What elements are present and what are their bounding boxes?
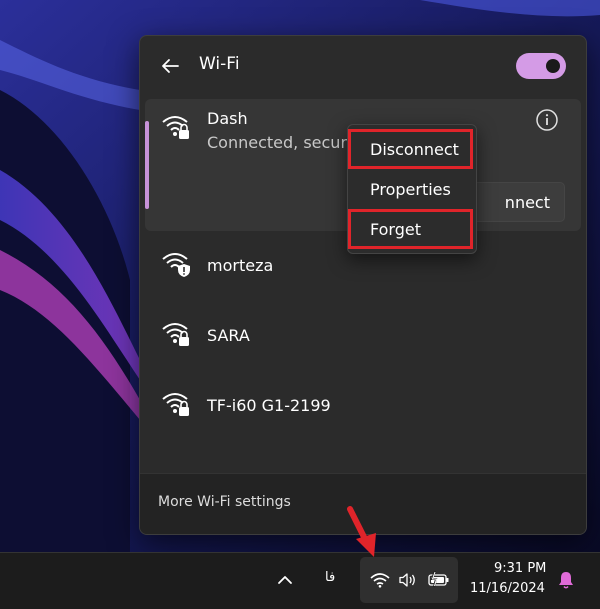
network-name: morteza [207, 256, 274, 275]
volume-icon [399, 573, 415, 587]
info-icon[interactable] [535, 108, 559, 132]
toggle-knob [546, 59, 560, 73]
wifi-shield-warning-icon [162, 253, 190, 277]
more-wifi-settings-link[interactable]: More Wi-Fi settings [158, 494, 291, 510]
menu-item-properties[interactable]: Properties [348, 171, 476, 209]
network-status: Connected, secur [207, 133, 348, 152]
wifi-icon [370, 573, 390, 588]
network-name: TF-i60 G1-2199 [207, 396, 331, 415]
menu-item-label: Properties [370, 180, 451, 199]
network-item[interactable]: TF-i60 G1-2199 [145, 374, 581, 438]
wifi-panel-header: Wi-Fi [140, 36, 586, 98]
system-tray-quick-settings[interactable] [360, 557, 458, 603]
back-arrow-icon[interactable] [158, 54, 182, 78]
highlight-box-disconnect [348, 129, 473, 169]
network-name: SARA [207, 326, 250, 345]
active-indicator [145, 121, 149, 209]
wifi-lock-icon [162, 323, 189, 346]
notification-bell-icon[interactable] [556, 570, 576, 590]
wifi-panel-title: Wi-Fi [199, 54, 240, 74]
battery-charging-icon [428, 571, 449, 588]
wifi-lock-icon [162, 393, 189, 416]
taskbar: فا 9:31 PM 11/16/2024 [0, 552, 600, 609]
clock-date[interactable]: 11/16/2024 [470, 581, 545, 596]
wifi-toggle[interactable] [516, 53, 566, 79]
network-name-active: Dash [207, 109, 248, 128]
network-item[interactable]: SARA [145, 304, 581, 368]
language-indicator[interactable]: فا [325, 570, 335, 585]
clock-time[interactable]: 9:31 PM [494, 561, 546, 576]
wifi-panel: Wi-Fi Dash Connected, secur nnect mortez… [139, 35, 587, 535]
chevron-up-icon[interactable] [276, 571, 294, 589]
red-arrow-annotation [347, 506, 376, 557]
wifi-lock-icon [162, 116, 189, 139]
highlight-box-forget [348, 209, 473, 249]
